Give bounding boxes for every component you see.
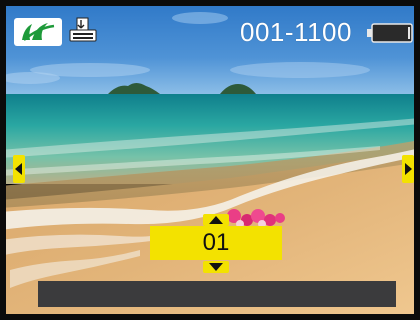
arrow-right-icon[interactable] — [402, 155, 414, 183]
frame-bottom — [0, 314, 420, 320]
arrow-left-icon[interactable] — [13, 155, 25, 183]
info-bar — [38, 281, 396, 307]
arrow-up-icon[interactable] — [203, 214, 229, 226]
file-number: 001-1100 — [240, 17, 352, 47]
battery-icon — [366, 22, 414, 44]
frame-left — [0, 0, 6, 320]
camera-playback-screen: 001-1100 01 — [0, 0, 420, 320]
print-icon — [68, 16, 98, 46]
arrow-down-icon[interactable] — [203, 261, 229, 273]
frame-top — [0, 0, 420, 6]
playback-mode-icon — [14, 18, 62, 46]
copies-value[interactable]: 01 — [150, 226, 282, 260]
frame-right — [414, 0, 420, 320]
